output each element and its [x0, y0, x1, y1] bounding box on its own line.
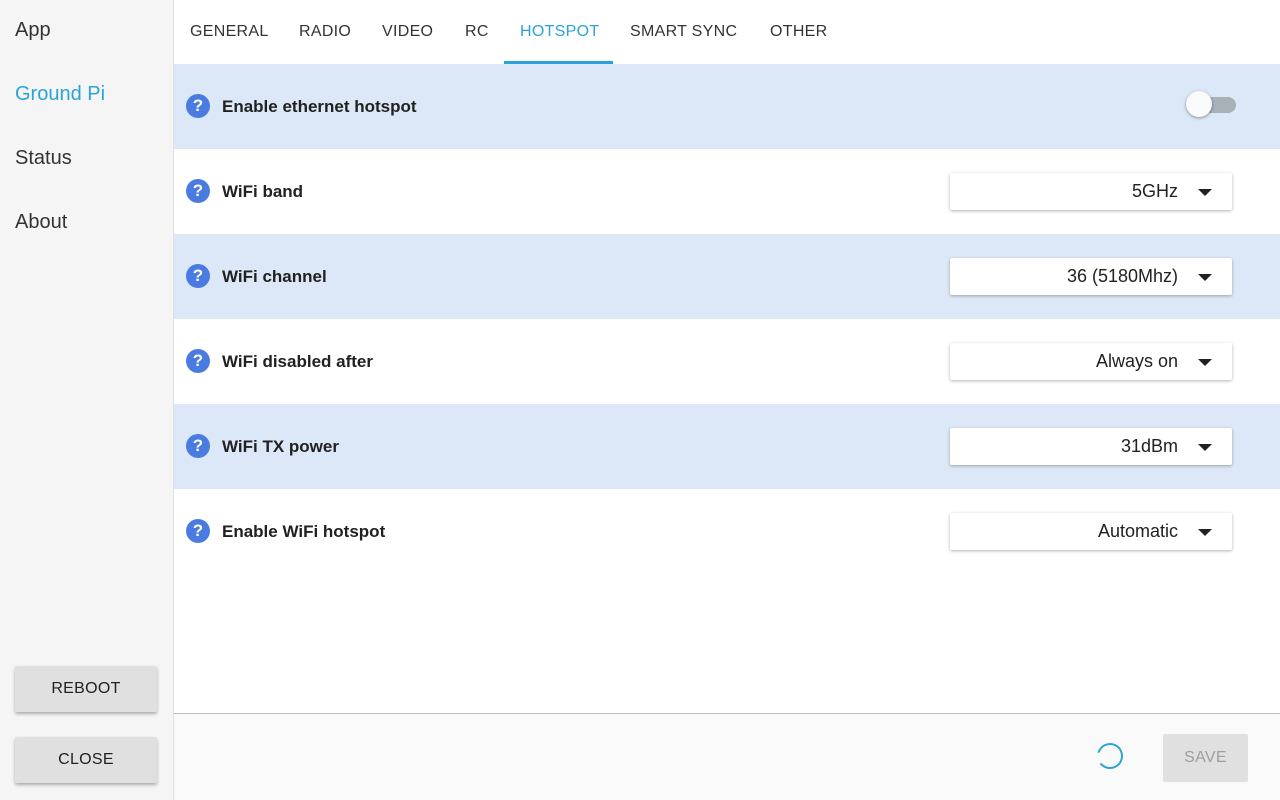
setting-row-wifi-hotspot: ? Enable WiFi hotspot Automatic: [174, 489, 1280, 574]
sidebar-item-status[interactable]: Status: [15, 144, 72, 172]
tab-bar: GENERAL RADIO VIDEO RC HOTSPOT SMART SYN…: [174, 0, 1280, 64]
wifi-disabled-after-select[interactable]: Always on: [950, 343, 1232, 380]
setting-label: WiFi channel: [222, 267, 327, 286]
settings-list: ? Enable ethernet hotspot ? WiFi band 5G…: [174, 64, 1280, 574]
tab-video[interactable]: VIDEO: [382, 0, 433, 64]
tab-rc[interactable]: RC: [465, 0, 489, 64]
setting-row-wifi-band: ? WiFi band 5GHz: [174, 149, 1280, 234]
setting-label: WiFi band: [222, 182, 304, 201]
tab-general[interactable]: GENERAL: [190, 0, 269, 64]
help-icon[interactable]: ?: [186, 179, 210, 203]
setting-row-wifi-disabled-after: ? WiFi disabled after Always on: [174, 319, 1280, 404]
caret-down-icon: [1198, 359, 1212, 366]
setting-label: WiFi disabled after: [222, 352, 373, 371]
ethernet-hotspot-toggle[interactable]: [1184, 89, 1238, 119]
wifi-channel-select[interactable]: 36 (5180Mhz): [950, 258, 1232, 295]
select-value: Automatic: [1097, 521, 1178, 541]
setting-label: Enable ethernet hotspot: [222, 97, 417, 116]
select-value: Always on: [1095, 351, 1178, 371]
setting-label: WiFi TX power: [222, 437, 339, 456]
setting-row-ethernet-hotspot: ? Enable ethernet hotspot: [174, 64, 1280, 149]
loading-spinner-icon: [1097, 743, 1123, 769]
toggle-thumb: [1186, 91, 1212, 117]
caret-down-icon: [1198, 189, 1212, 196]
help-icon[interactable]: ?: [186, 264, 210, 288]
caret-down-icon: [1198, 444, 1212, 451]
caret-down-icon: [1198, 274, 1212, 281]
save-button[interactable]: SAVE: [1163, 734, 1248, 782]
sidebar-item-app[interactable]: App: [15, 16, 51, 44]
wifi-hotspot-select[interactable]: Automatic: [950, 513, 1232, 550]
footer-bar: SAVE: [174, 713, 1280, 800]
wifi-tx-power-select[interactable]: 31dBm: [950, 428, 1232, 465]
settings-screen: App Ground Pi Status About REBOOT CLOSE …: [0, 0, 1280, 800]
sidebar: App Ground Pi Status About REBOOT CLOSE: [0, 0, 174, 800]
select-value: 36 (5180Mhz): [1066, 266, 1178, 286]
caret-down-icon: [1198, 529, 1212, 536]
tab-hotspot[interactable]: HOTSPOT: [520, 0, 599, 64]
setting-row-wifi-tx-power: ? WiFi TX power 31dBm: [174, 404, 1280, 489]
sidebar-item-ground-pi[interactable]: Ground Pi: [15, 80, 105, 108]
tab-radio[interactable]: RADIO: [299, 0, 351, 64]
help-icon[interactable]: ?: [186, 349, 210, 373]
select-value: 31dBm: [1120, 436, 1178, 456]
setting-label: Enable WiFi hotspot: [222, 522, 386, 541]
select-value: 5GHz: [1131, 181, 1178, 201]
reboot-button[interactable]: REBOOT: [15, 666, 157, 712]
help-icon[interactable]: ?: [186, 519, 210, 543]
tab-smart-sync[interactable]: SMART SYNC: [630, 0, 737, 64]
tab-other[interactable]: OTHER: [770, 0, 828, 64]
help-icon[interactable]: ?: [186, 434, 210, 458]
wifi-band-select[interactable]: 5GHz: [950, 173, 1232, 210]
help-icon[interactable]: ?: [186, 94, 210, 118]
sidebar-item-about[interactable]: About: [15, 208, 67, 236]
setting-row-wifi-channel: ? WiFi channel 36 (5180Mhz): [174, 234, 1280, 319]
close-button[interactable]: CLOSE: [15, 737, 157, 783]
